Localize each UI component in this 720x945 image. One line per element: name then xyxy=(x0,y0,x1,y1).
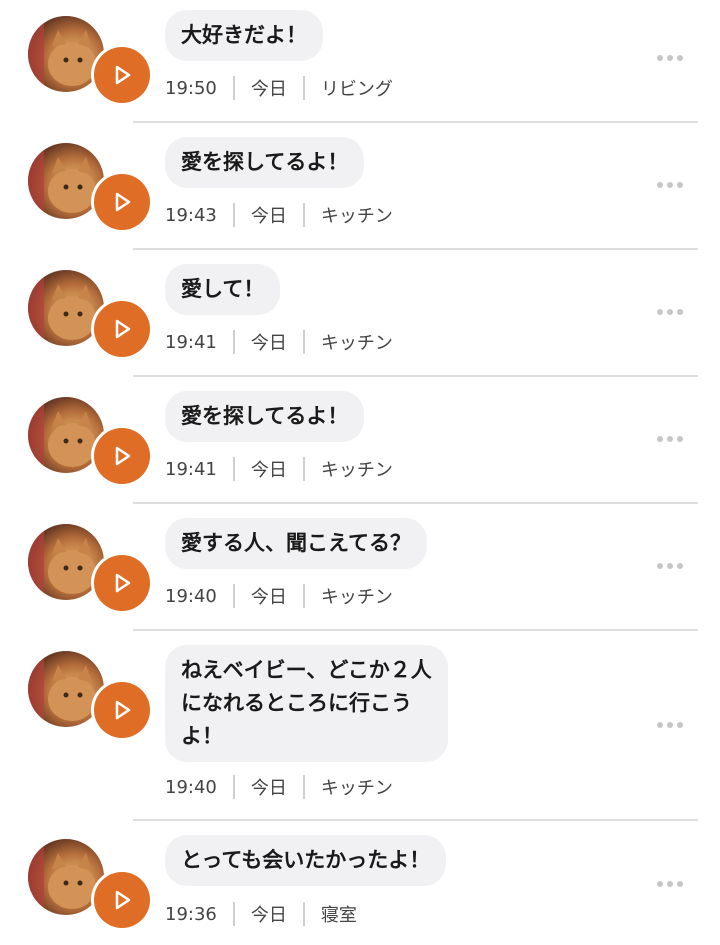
cat-avatar xyxy=(28,143,104,219)
message-bubble: とっても会いたかったよ！ xyxy=(165,835,447,886)
message-list: 大好きだよ！ 19:50 今日 リビング 愛を探してるよ！ 19:43 今日 キ… xyxy=(0,0,720,945)
meta-separator xyxy=(302,330,305,354)
message-meta: 19:40 今日 キッチン xyxy=(165,583,393,609)
message-room: キッチン xyxy=(320,778,393,799)
cat-avatar xyxy=(28,270,104,346)
message-day: 今日 xyxy=(250,905,287,926)
more-dots-icon[interactable] xyxy=(650,715,690,735)
message-bubble: 愛を探してるよ！ xyxy=(165,137,365,188)
message-time: 19:36 xyxy=(165,903,217,925)
divider xyxy=(133,629,698,631)
play-icon xyxy=(115,65,131,85)
cat-avatar xyxy=(28,524,104,600)
play-button[interactable] xyxy=(94,301,150,357)
play-icon xyxy=(115,192,131,212)
more-dots-icon[interactable] xyxy=(650,429,690,449)
more-dots-icon[interactable] xyxy=(650,556,690,576)
message-time: 19:41 xyxy=(165,331,217,353)
meta-separator xyxy=(302,584,305,608)
divider xyxy=(133,121,698,123)
meta-separator xyxy=(232,775,235,799)
message-time: 19:41 xyxy=(165,458,217,480)
message-bubble: 愛を探してるよ！ xyxy=(165,391,365,442)
meta-separator xyxy=(232,330,235,354)
play-button[interactable] xyxy=(94,428,150,484)
message-bubble: 愛する人、聞こえてる？ xyxy=(165,518,427,569)
message-meta: 19:41 今日 キッチン xyxy=(165,456,393,482)
meta-separator xyxy=(232,902,235,926)
meta-separator xyxy=(232,76,235,100)
message-meta: 19:40 今日 キッチン xyxy=(165,774,393,800)
message-meta: 19:50 今日 リビング xyxy=(165,75,393,101)
message-day: 今日 xyxy=(250,333,287,354)
message-day: 今日 xyxy=(250,79,287,100)
play-icon xyxy=(115,573,131,593)
play-button[interactable] xyxy=(94,174,150,230)
message-day: 今日 xyxy=(250,587,287,608)
more-dots-icon[interactable] xyxy=(650,175,690,195)
cat-avatar xyxy=(28,16,104,92)
message-bubble: ねえベイビー、どこか２人 になれるところに行こう よ！ xyxy=(165,645,448,762)
more-dots-icon[interactable] xyxy=(650,874,690,894)
meta-separator xyxy=(302,775,305,799)
cat-avatar xyxy=(28,397,104,473)
play-button[interactable] xyxy=(94,47,150,103)
message-room: キッチン xyxy=(320,333,393,354)
message-day: 今日 xyxy=(250,778,287,799)
message-room: キッチン xyxy=(320,460,393,481)
message-bubble: 愛して！ xyxy=(165,264,281,315)
play-icon xyxy=(115,319,131,339)
message-room: キッチン xyxy=(320,587,393,608)
message-day: 今日 xyxy=(250,206,287,227)
play-button[interactable] xyxy=(94,555,150,611)
cat-avatar xyxy=(28,651,104,727)
meta-separator xyxy=(302,203,305,227)
play-icon xyxy=(115,890,131,910)
meta-separator xyxy=(302,457,305,481)
message-meta: 19:36 今日 寝室 xyxy=(165,901,357,927)
divider xyxy=(133,819,698,821)
message-time: 19:50 xyxy=(165,77,217,99)
divider xyxy=(133,248,698,250)
divider xyxy=(133,375,698,377)
meta-separator xyxy=(232,457,235,481)
message-room: リビング xyxy=(320,79,393,100)
meta-separator xyxy=(302,902,305,926)
message-time: 19:40 xyxy=(165,585,217,607)
more-dots-icon[interactable] xyxy=(650,302,690,322)
play-button[interactable] xyxy=(94,872,150,928)
meta-separator xyxy=(232,584,235,608)
cat-avatar xyxy=(28,839,104,915)
meta-separator xyxy=(232,203,235,227)
message-room: 寝室 xyxy=(320,905,357,926)
meta-separator xyxy=(302,76,305,100)
play-icon xyxy=(115,700,131,720)
divider xyxy=(133,502,698,504)
more-dots-icon[interactable] xyxy=(650,48,690,68)
message-time: 19:43 xyxy=(165,204,217,226)
message-time: 19:40 xyxy=(165,776,217,798)
play-button[interactable] xyxy=(94,682,150,738)
message-meta: 19:41 今日 キッチン xyxy=(165,329,393,355)
message-bubble: 大好きだよ！ xyxy=(165,10,323,61)
message-room: キッチン xyxy=(320,206,393,227)
message-meta: 19:43 今日 キッチン xyxy=(165,202,393,228)
play-icon xyxy=(115,446,131,466)
message-day: 今日 xyxy=(250,460,287,481)
